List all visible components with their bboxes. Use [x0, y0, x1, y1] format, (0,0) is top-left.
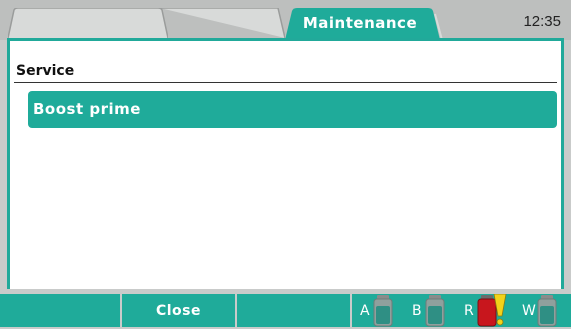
footer-bar: Close A B R W — [0, 289, 571, 329]
tab-2-shape — [160, 8, 285, 38]
bottle-b-icon — [425, 295, 445, 327]
reservoir-b-letter: B — [412, 303, 422, 319]
close-button[interactable]: Close — [122, 294, 235, 327]
tab-maintenance-label: Maintenance — [302, 14, 418, 32]
bottle-w-icon — [537, 295, 557, 327]
clock: 12:35 — [523, 13, 561, 30]
section-title: Service — [16, 63, 75, 79]
tab-maintenance[interactable]: Maintenance — [285, 8, 445, 40]
main-panel: Service Boost prime — [7, 38, 564, 289]
section-divider — [14, 82, 557, 83]
reservoir-a-letter: A — [360, 303, 370, 319]
tab-1-shape — [8, 8, 168, 38]
reservoir-status: A B R W — [352, 294, 571, 327]
softkey-1[interactable] — [0, 294, 120, 327]
header-bar: Maintenance 12:35 — [0, 0, 571, 40]
boost-prime-label: Boost prime — [33, 100, 141, 118]
boost-prime-button[interactable]: Boost prime — [28, 91, 557, 128]
tab-2[interactable] — [160, 8, 285, 38]
bottle-a-icon — [373, 295, 393, 327]
tab-1[interactable] — [8, 8, 168, 38]
bottle-warning-icon — [477, 294, 507, 327]
reservoir-w-letter: W — [522, 303, 536, 319]
softkey-3[interactable] — [237, 294, 350, 327]
close-button-label: Close — [155, 303, 202, 319]
reservoir-r-letter: R — [464, 303, 474, 319]
